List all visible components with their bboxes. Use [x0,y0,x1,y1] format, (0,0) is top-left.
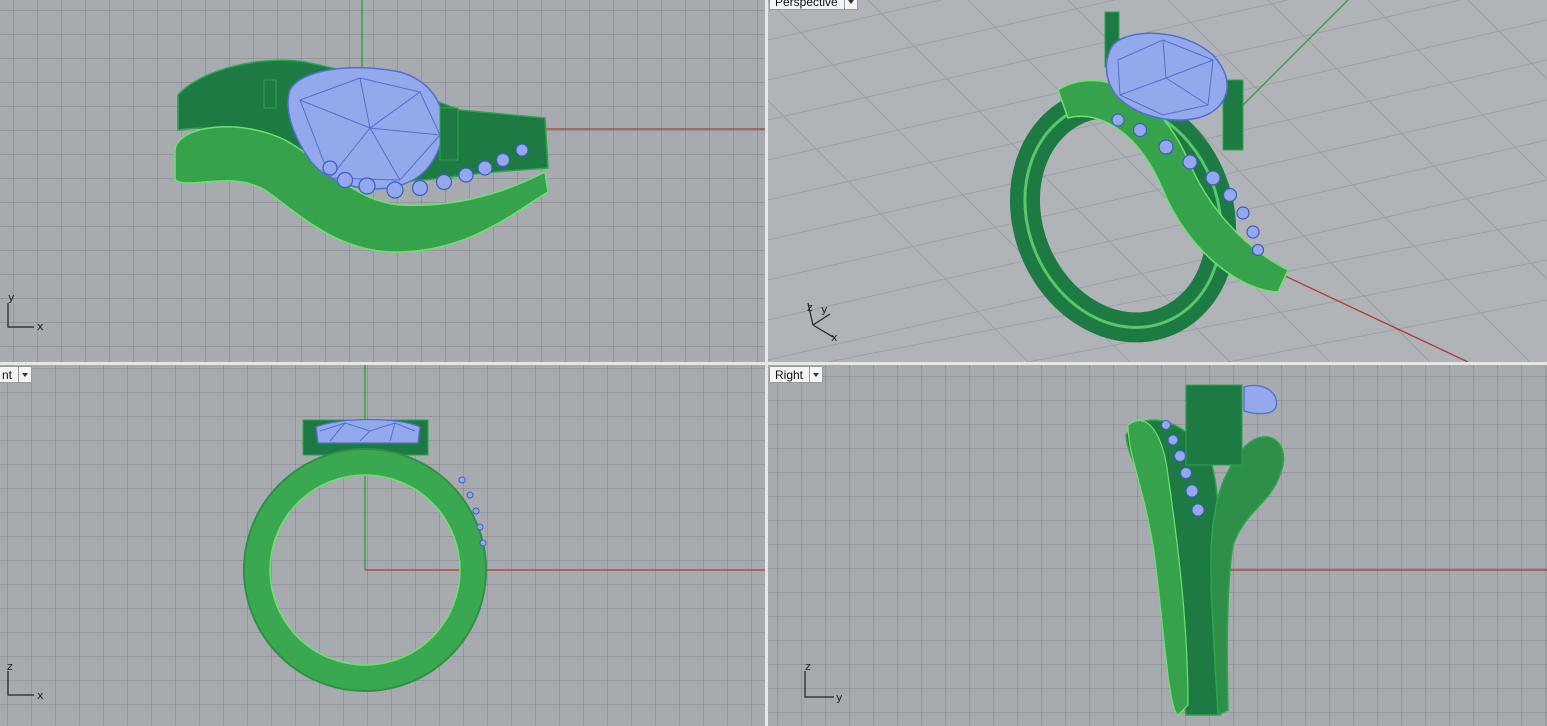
viewport-front[interactable]: z x nt [0,365,765,726]
viewport-label: nt [2,368,13,382]
right-view-canvas: z y [804,384,1547,717]
viewport-title-perspective[interactable]: Perspective [769,0,858,10]
chevron-down-icon[interactable] [18,367,31,382]
viewport-top[interactable]: y x [0,0,765,362]
axis-widget-top: y x [7,291,44,333]
viewport-right[interactable]: z y Right [768,365,1547,726]
perspective-view-canvas: z y x [768,0,1547,362]
viewport-title-right[interactable]: Right [769,366,824,383]
axis-widget-front: z x [7,660,44,702]
front-view-canvas: z x [7,365,765,702]
svg-text:x: x [37,320,44,333]
svg-text:z: z [805,660,811,673]
ring-model-perspective[interactable] [992,11,1289,357]
svg-text:x: x [37,689,44,702]
axis-widget-right: z y [804,660,843,704]
viewport-title-front[interactable]: nt [0,366,33,383]
viewport-label: Right [775,368,804,382]
chevron-down-icon[interactable] [843,0,857,9]
viewport-perspective[interactable]: z y x Perspective [768,0,1547,362]
chevron-down-icon[interactable] [809,367,822,382]
svg-text:y: y [8,291,15,304]
svg-text:z: z [7,660,13,673]
svg-text:x: x [831,331,838,344]
viewport-label: Perspective [775,0,838,9]
ring-model-top[interactable] [174,59,549,253]
gemstone-main [1243,384,1278,415]
ring-model-right[interactable] [1125,384,1285,717]
top-view-canvas: y x [7,0,765,333]
svg-text:z: z [807,301,813,314]
svg-text:y: y [836,691,843,704]
y-axis-line [1237,0,1349,111]
axis-widget-perspective: z y x [807,301,838,344]
svg-text:y: y [821,303,828,316]
